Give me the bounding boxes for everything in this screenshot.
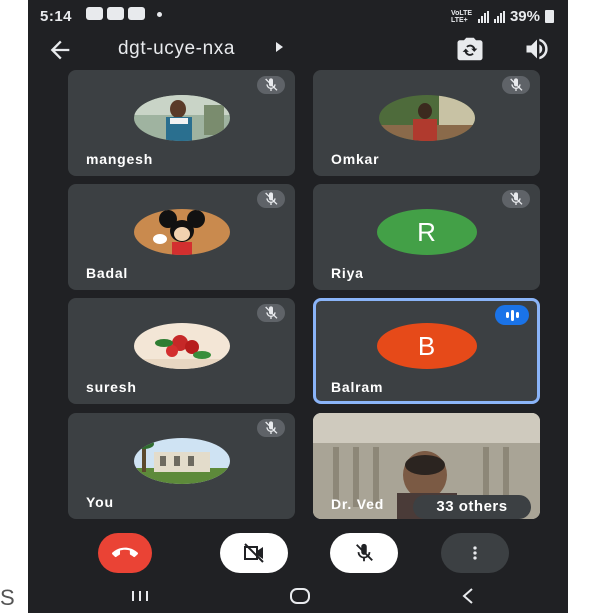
meeting-code[interactable]: dgt-ucye-nxa [118,38,235,60]
end-call-button[interactable] [98,533,152,573]
more-vert-icon [473,546,477,560]
mic-off-icon [265,421,278,434]
status-bar: 5:14 VoLTE LTE+ 39% [28,0,568,30]
back-nav-icon[interactable] [448,583,488,609]
photo-image [378,95,475,141]
participant-name: Balram [331,379,384,395]
meeting-header: dgt-ucye-nxa [28,30,568,70]
participant-name: suresh [86,379,137,395]
participant-name: Riya [331,265,364,281]
signal-icon [477,10,489,23]
participant-tile-suresh[interactable]: suresh [68,298,295,404]
system-nav-bar [28,579,568,613]
battery-icon [545,10,554,23]
mic-off-icon [265,306,278,319]
battery-percent: 39% [509,8,540,25]
mic-muted-indicator [257,76,285,94]
avatar-photo [133,209,230,255]
mic-off-icon [356,543,373,562]
call-controls [28,527,568,579]
participant-tile-mangesh[interactable]: mangesh [68,70,295,176]
participant-tile-omkar[interactable]: Omkar [313,70,540,176]
mic-toggle-button[interactable] [330,533,398,573]
photo-image [133,209,230,255]
avatar-photo [133,323,230,369]
more-notifications-icon [157,12,162,17]
back-arrow-icon[interactable] [46,36,74,64]
status-time: 5:14 [40,8,73,25]
more-options-button[interactable] [441,533,509,573]
participant-name: Dr. Ved [331,496,385,512]
notification-icon [86,7,103,20]
mic-off-icon [265,78,278,91]
participant-tile-riya[interactable]: R Riya [313,184,540,290]
mic-off-icon [265,192,278,205]
others-count-badge[interactable]: 33 others [413,495,531,519]
speaker-icon[interactable] [523,35,551,63]
stray-glyph: S [0,585,15,610]
participant-tile-badal[interactable]: Badal [68,184,295,290]
photo-image [133,95,230,141]
network-type-label: VoLTE LTE+ [450,9,473,24]
participant-name: Badal [86,265,129,281]
avatar-initial: B [376,323,477,369]
avatar-photo [133,95,230,141]
participant-tile-video[interactable]: Dr. Ved 33 others [313,413,540,519]
home-icon[interactable] [280,583,320,609]
mic-off-icon [510,192,523,205]
mic-muted-indicator [257,304,285,322]
camera-toggle-button[interactable] [220,533,288,573]
status-right: VoLTE LTE+ 39% [451,8,554,25]
notification-icon [107,7,124,20]
notification-icon [128,7,145,20]
avatar-photo [133,438,230,484]
caret-right-icon[interactable] [276,42,283,52]
mic-muted-indicator [502,76,530,94]
speaking-indicator-icon [495,305,529,325]
phone-screen: 5:14 VoLTE LTE+ 39% dgt-ucye-nxa mangesh… [28,0,568,613]
mic-muted-indicator [502,190,530,208]
participant-tile-you[interactable]: You [68,413,295,519]
recent-apps-icon[interactable] [120,583,160,609]
signal-icon [493,10,505,23]
avatar-initial: R [376,209,477,255]
participant-tile-balram[interactable]: B Balram [313,298,540,404]
switch-camera-icon[interactable] [455,34,485,64]
participant-name: mangesh [86,151,154,167]
hang-up-icon [112,547,138,558]
avatar-photo [378,95,475,141]
notification-icons [86,7,162,20]
mic-muted-indicator [257,190,285,208]
participant-name: You [86,494,114,510]
participant-name: Omkar [331,151,380,167]
photo-image [133,323,230,369]
mic-off-icon [510,78,523,91]
mic-muted-indicator [257,419,285,437]
camera-off-icon [244,543,264,563]
photo-image [133,438,230,484]
